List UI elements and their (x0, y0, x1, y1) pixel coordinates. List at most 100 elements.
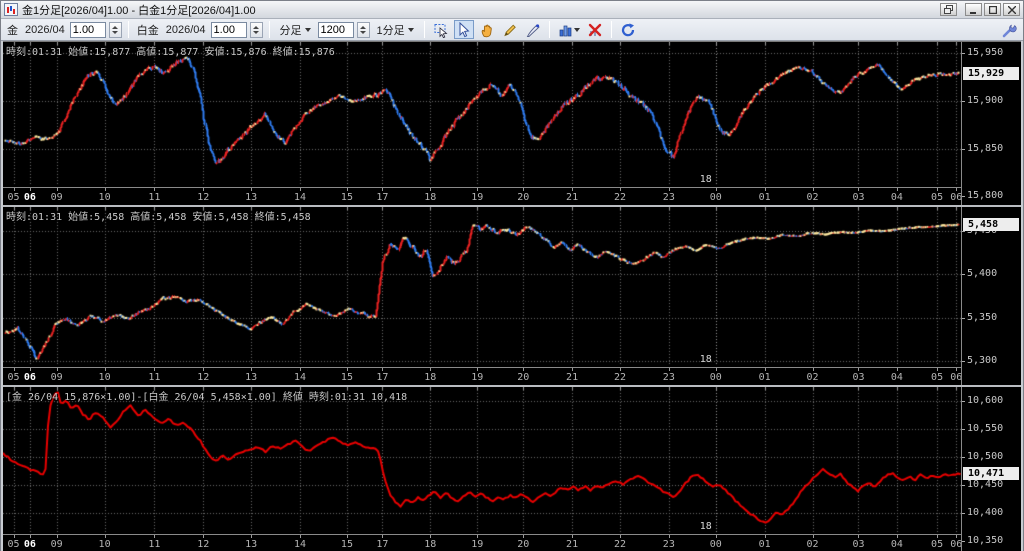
time-tick (105, 187, 106, 191)
time-tick (30, 367, 31, 371)
gold-label: 金 (7, 24, 18, 37)
price-label: 15,950 (967, 47, 1004, 59)
price-label: 15,800 (967, 190, 1004, 202)
chart-area: 時刻:01:31 始値:15,877 高値:15,877 安値:15,876 終… (1, 41, 1023, 551)
price-tick (962, 231, 965, 232)
time-tick (203, 187, 204, 191)
close-icon (1007, 5, 1016, 14)
time-tick (620, 187, 621, 191)
time-label: 15 (340, 538, 353, 550)
time-label: 23 (662, 191, 675, 203)
time-label: 18 (424, 371, 437, 383)
time-label: 20 (517, 538, 530, 550)
pointer-tool-button[interactable] (453, 20, 474, 39)
hand-tool-button[interactable] (477, 20, 497, 39)
pencil-tool-button[interactable] (500, 20, 520, 39)
platinum-multiplier-input[interactable] (210, 21, 247, 38)
timeframe-dropdown[interactable]: 1分足 (373, 20, 418, 40)
zoom-select-tool-button[interactable] (431, 20, 451, 39)
bar-count-input[interactable] (317, 21, 354, 38)
clear-annotations-button[interactable] (585, 20, 605, 39)
time-tick (813, 534, 814, 538)
price-label: 15,900 (967, 95, 1004, 107)
time-label: 10 (98, 538, 111, 550)
window-title: 金1分足[2026/04]1.00 - 白金1分足[2026/04]1.00 (22, 4, 256, 17)
time-tick (897, 367, 898, 371)
price-label: 5,300 (967, 354, 998, 366)
time-label: 01 (758, 371, 771, 383)
time-tick (897, 534, 898, 538)
time-label: 00 (709, 191, 722, 203)
date-change-marker: 18 (699, 354, 712, 365)
time-label: 05 (7, 191, 20, 203)
time-label: 09 (50, 538, 63, 550)
date-change-marker: 18 (699, 174, 712, 185)
time-tick (430, 187, 431, 191)
price-tick (962, 53, 965, 54)
time-label: 11 (148, 371, 161, 383)
time-label: 14 (293, 371, 307, 383)
time-tick (477, 367, 478, 371)
time-label: 03 (852, 371, 865, 383)
toolbar-separator (610, 21, 612, 38)
time-label: 06 (950, 538, 961, 550)
price-tick (962, 196, 965, 197)
time-tick (858, 534, 859, 538)
chevron-down-icon (573, 27, 580, 32)
time-tick (105, 534, 106, 538)
refresh-button[interactable] (618, 20, 638, 39)
gold-price-axis: 15,950 15,900 15,850 15,800 15,929 (961, 42, 1021, 205)
chart-window: 金1分足[2026/04]1.00 - 白金1分足[2026/04]1.00 金… (0, 0, 1024, 551)
time-label: 22 (613, 371, 626, 383)
spread-line-canvas[interactable] (3, 387, 961, 533)
chevron-down-icon (304, 27, 311, 32)
current-price-badge: 10,471 (963, 466, 1019, 480)
gold-multiplier-spinner[interactable] (108, 21, 122, 38)
time-tick (669, 367, 670, 371)
time-tick (669, 187, 670, 191)
settings-wrench-button[interactable] (999, 20, 1019, 39)
maximize-button[interactable] (984, 3, 1001, 16)
float-window-button[interactable] (940, 3, 957, 16)
platinum-plot: 時刻:01:31 始値:5,458 高値:5,458 安値:5,458 終値:5… (3, 207, 961, 366)
overlapping-windows-icon (944, 5, 953, 14)
time-label: 05 (931, 191, 944, 203)
time-tick (523, 367, 524, 371)
time-tick (14, 534, 15, 538)
time-tick (203, 534, 204, 538)
platinum-multiplier-spinner[interactable] (249, 21, 263, 38)
time-tick (347, 534, 348, 538)
chart-type-dropdown-button[interactable] (556, 20, 582, 39)
hand-pan-icon (481, 24, 492, 37)
minimize-button[interactable] (965, 3, 982, 16)
toolbar: 金 2026/04 白金 2026/04 分足 1分足 (1, 19, 1023, 41)
time-tick (765, 534, 766, 538)
platinum-candlestick-canvas[interactable] (3, 207, 961, 366)
time-label: 06 (950, 191, 961, 203)
platinum-time-axis: 05 06 09 10 11 12 13 14 15 17 18 19 20 21 22 23 00 01 02 03… (3, 366, 961, 385)
gold-contract-month: 2026/04 (25, 23, 65, 36)
interval-dropdown[interactable]: 分足 (276, 20, 315, 40)
time-tick (30, 534, 31, 538)
time-tick (382, 534, 383, 538)
gold-multiplier-input[interactable] (69, 21, 106, 38)
time-tick (813, 187, 814, 191)
price-tick (962, 361, 965, 362)
time-tick (300, 367, 301, 371)
time-tick (858, 367, 859, 371)
time-label: 06 (23, 191, 36, 203)
time-label: 20 (517, 191, 530, 203)
gold-candlestick-canvas[interactable] (3, 42, 961, 186)
close-button[interactable] (1003, 3, 1020, 16)
time-label: 05 (7, 538, 20, 550)
price-tick (962, 149, 965, 150)
bar-count-spinner[interactable] (356, 21, 370, 38)
platinum-price-axis: 5,4505,4005,3505,3005,458 (961, 207, 1021, 385)
time-tick (523, 534, 524, 538)
time-label: 09 (50, 191, 63, 203)
time-tick (251, 367, 252, 371)
gold-plot: 時刻:01:31 始値:15,877 高値:15,877 安値:15,876 終… (3, 42, 961, 186)
price-label: 10,350 (967, 534, 1004, 546)
zoom-select-icon (434, 23, 448, 38)
pen-tool-button[interactable] (523, 20, 543, 39)
